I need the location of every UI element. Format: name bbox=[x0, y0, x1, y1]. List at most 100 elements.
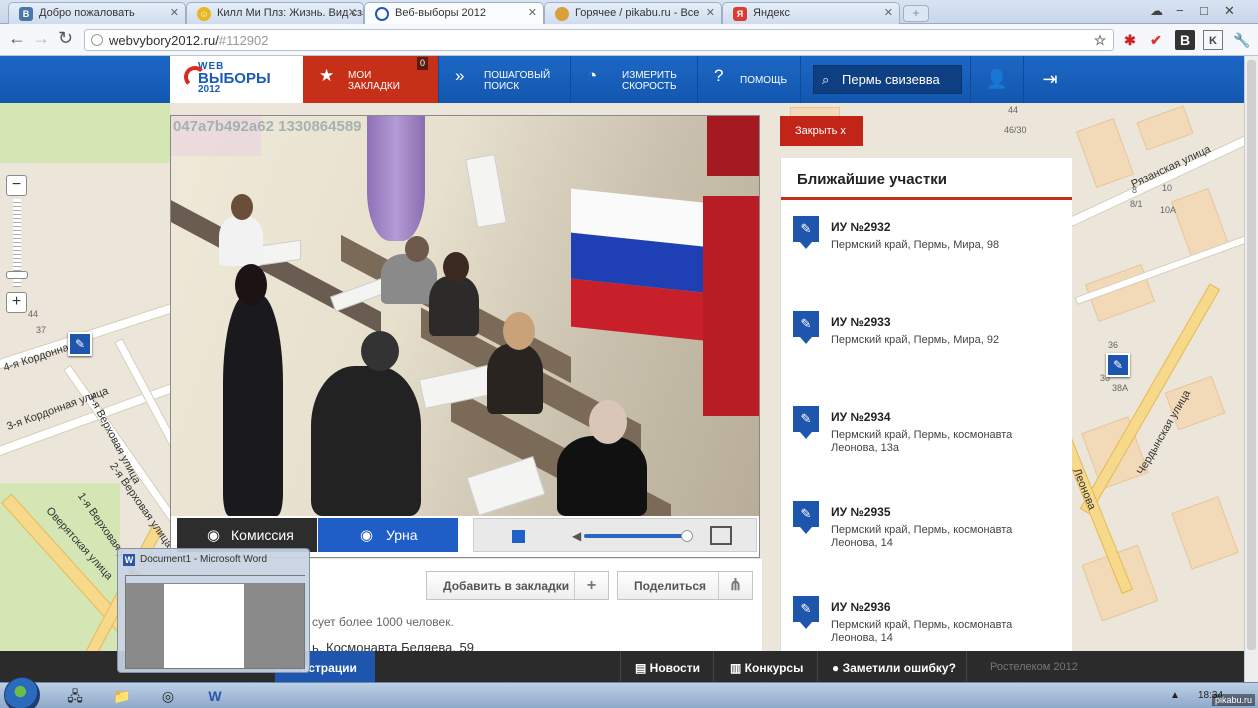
tab-close-icon[interactable]: ✕ bbox=[528, 6, 537, 19]
button-label: Поделиться bbox=[634, 579, 707, 593]
station-name[interactable]: ИУ №2936 bbox=[831, 600, 891, 614]
station-name[interactable]: ИУ №2932 bbox=[831, 220, 891, 234]
tab-commission[interactable]: ◉ Комиссия bbox=[177, 518, 317, 552]
nav-label: ИЗМЕРИТЬ bbox=[622, 70, 677, 81]
fullscreen-button[interactable] bbox=[710, 526, 732, 545]
tab-close-icon[interactable]: ✕ bbox=[348, 6, 357, 19]
url-hash: #112902 bbox=[218, 33, 269, 48]
nav-label: МОИ bbox=[348, 70, 372, 81]
browser-toolbar: ← → ↻ webvybory2012.ru/#112902 ☆ ✱ ✔ B K… bbox=[0, 24, 1258, 56]
tab-pikabu[interactable]: Горячее / pikabu.ru - Все ✕ bbox=[544, 2, 722, 24]
nearby-stations-panel: Ближайшие участки ✎ ИУ №2932 Пермский кр… bbox=[780, 158, 1072, 651]
preview-title: Document1 - Microsoft Word bbox=[140, 554, 268, 565]
stop-button[interactable] bbox=[512, 530, 525, 543]
preview-page bbox=[164, 584, 244, 668]
scrollbar-thumb[interactable] bbox=[1247, 60, 1256, 650]
station-item[interactable]: ✎ ИУ №2935 Пермский край, Пермь, космона… bbox=[781, 501, 1072, 596]
star-icon[interactable]: ☆ bbox=[1090, 30, 1110, 50]
tray-icon[interactable]: ▲ bbox=[1160, 685, 1190, 707]
check-icon[interactable]: ✔ bbox=[1146, 30, 1166, 50]
bug-icon[interactable]: ✱ bbox=[1120, 30, 1140, 50]
wrench-icon[interactable]: 🔧 bbox=[1232, 30, 1252, 50]
word-icon[interactable]: W bbox=[200, 685, 230, 707]
logo-swoosh-icon bbox=[184, 66, 206, 88]
tab-close-icon[interactable]: ✕ bbox=[884, 6, 893, 19]
contests-link[interactable]: ▥ Конкурсы bbox=[713, 651, 817, 682]
red-banner-top bbox=[707, 116, 759, 176]
nav-label: ПОШАГОВЫЙ bbox=[484, 70, 551, 81]
house-number: 36 bbox=[1108, 340, 1119, 350]
link-label: Конкурсы bbox=[744, 661, 804, 675]
vk-icon[interactable]: B bbox=[1175, 30, 1195, 50]
tab-ballot-box[interactable]: ◉ Урна bbox=[318, 518, 458, 552]
tab-yandex[interactable]: Я Яндекс ✕ bbox=[722, 2, 900, 24]
link-label: Заметили ошибку? bbox=[842, 661, 956, 675]
volume-slider-handle[interactable] bbox=[681, 530, 693, 542]
profile-icon[interactable]: ☁ bbox=[1150, 3, 1163, 19]
network-app-icon[interactable]: 🖧 bbox=[60, 685, 90, 707]
ballot-pin-icon: ✎ bbox=[793, 596, 819, 629]
person bbox=[429, 276, 479, 336]
playback-controls: ◀ bbox=[473, 518, 757, 552]
logout-icon[interactable]: ⇥ bbox=[1023, 56, 1076, 103]
camera-frame[interactable]: 047a7b492a62 1330864589 bbox=[171, 116, 759, 516]
tab-close-icon[interactable]: ✕ bbox=[706, 6, 715, 19]
close-button[interactable]: Закрыть x bbox=[780, 116, 863, 146]
user-icon[interactable]: 👤 bbox=[970, 56, 1023, 103]
person-head bbox=[405, 236, 429, 262]
nav-help[interactable]: ? ПОМОЩЬ bbox=[698, 56, 801, 103]
tab-webvybory[interactable]: Веб-выборы 2012 ✕ bbox=[364, 2, 544, 25]
maximize-icon[interactable]: □ bbox=[1200, 3, 1208, 18]
tab-vk[interactable]: B Добро пожаловать ✕ bbox=[8, 2, 186, 24]
zoom-out-button[interactable]: − bbox=[6, 175, 27, 196]
station-name[interactable]: ИУ №2933 bbox=[831, 315, 891, 329]
panel-title: Ближайшие участки bbox=[781, 158, 1072, 200]
person-head bbox=[503, 312, 535, 350]
volume-icon[interactable]: ◀ bbox=[572, 529, 581, 543]
page-scrollbar[interactable] bbox=[1244, 56, 1258, 682]
minimize-icon[interactable]: − bbox=[1176, 3, 1184, 18]
share-button[interactable]: Поделиться ⋔ bbox=[617, 571, 753, 600]
news-link[interactable]: ▤ Новости bbox=[620, 651, 713, 682]
speedometer-icon: ◔ bbox=[587, 66, 598, 85]
tab-killmeplz[interactable]: ☺ Килл Ми Плз: Жизнь. Вид сзад ✕ bbox=[186, 2, 364, 24]
tab-close-icon[interactable]: ✕ bbox=[170, 6, 179, 19]
speech-bubble-icon: ● bbox=[832, 661, 843, 675]
polling-station-pin-icon[interactable]: ✎ bbox=[1106, 353, 1130, 377]
station-item[interactable]: ✎ ИУ №2933 Пермский край, Пермь, Мира, 9… bbox=[781, 311, 1072, 406]
site-logo[interactable]: WEB ВЫБОРЫ 2012 bbox=[170, 56, 303, 103]
station-item[interactable]: ✎ ИУ №2936 Пермский край, Пермь, космона… bbox=[781, 596, 1072, 651]
taskbar-preview[interactable]: W Document1 - Microsoft Word bbox=[117, 548, 310, 673]
new-tab-button[interactable]: + bbox=[903, 5, 929, 22]
polling-station-pin-icon[interactable]: ✎ bbox=[68, 332, 92, 356]
back-icon[interactable]: ← bbox=[8, 28, 26, 49]
close-window-icon[interactable]: ✕ bbox=[1224, 3, 1235, 19]
station-item[interactable]: ✎ ИУ №2934 Пермский край, Пермь, космона… bbox=[781, 406, 1072, 501]
add-bookmark-button[interactable]: Добавить в закладки + bbox=[426, 571, 609, 600]
reload-icon[interactable]: ↻ bbox=[58, 28, 73, 49]
search-input[interactable]: ⌕ Пермь свизевва bbox=[813, 65, 962, 94]
nav-speed-test[interactable]: ◔ ИЗМЕРИТЬ СКОРОСТЬ bbox=[571, 56, 698, 103]
volume-slider[interactable] bbox=[584, 534, 687, 538]
station-name[interactable]: ИУ №2934 bbox=[831, 410, 891, 424]
address-bar[interactable]: webvybory2012.ru/#112902 bbox=[84, 29, 1114, 51]
zoom-in-button[interactable]: + bbox=[6, 292, 27, 313]
tab-label: Горячее / pikabu.ru - Все bbox=[575, 7, 700, 19]
nav-my-bookmarks[interactable]: ★ МОИ ЗАКЛАДКИ 0 bbox=[303, 56, 439, 103]
start-button[interactable] bbox=[4, 677, 40, 708]
chrome-icon[interactable]: ◎ bbox=[153, 685, 183, 707]
ballot-pin-icon: ✎ bbox=[793, 406, 819, 439]
forward-icon[interactable]: → bbox=[32, 28, 50, 49]
explorer-folder-icon[interactable]: 📁 bbox=[107, 685, 137, 707]
station-item[interactable]: ✎ ИУ №2932 Пермский край, Пермь, Мира, 9… bbox=[781, 216, 1072, 311]
browser-tab-bar: B Добро пожаловать ✕ ☺ Килл Ми Плз: Жизн… bbox=[0, 0, 1258, 25]
nav-step-search[interactable]: » ПОШАГОВЫЙ ПОИСК bbox=[439, 56, 571, 103]
zoom-slider-handle[interactable] bbox=[6, 271, 28, 279]
map-block bbox=[1075, 117, 1135, 189]
report-error-link[interactable]: ● Заметили ошибку? bbox=[817, 651, 967, 682]
tab-label: Добро пожаловать bbox=[39, 7, 135, 19]
windows-taskbar: 🖧 📁 ◎ W ▲ 18:34 bbox=[0, 677, 1258, 708]
k-icon[interactable]: K bbox=[1203, 30, 1223, 50]
station-name[interactable]: ИУ №2935 bbox=[831, 505, 891, 519]
curtain bbox=[367, 116, 425, 241]
